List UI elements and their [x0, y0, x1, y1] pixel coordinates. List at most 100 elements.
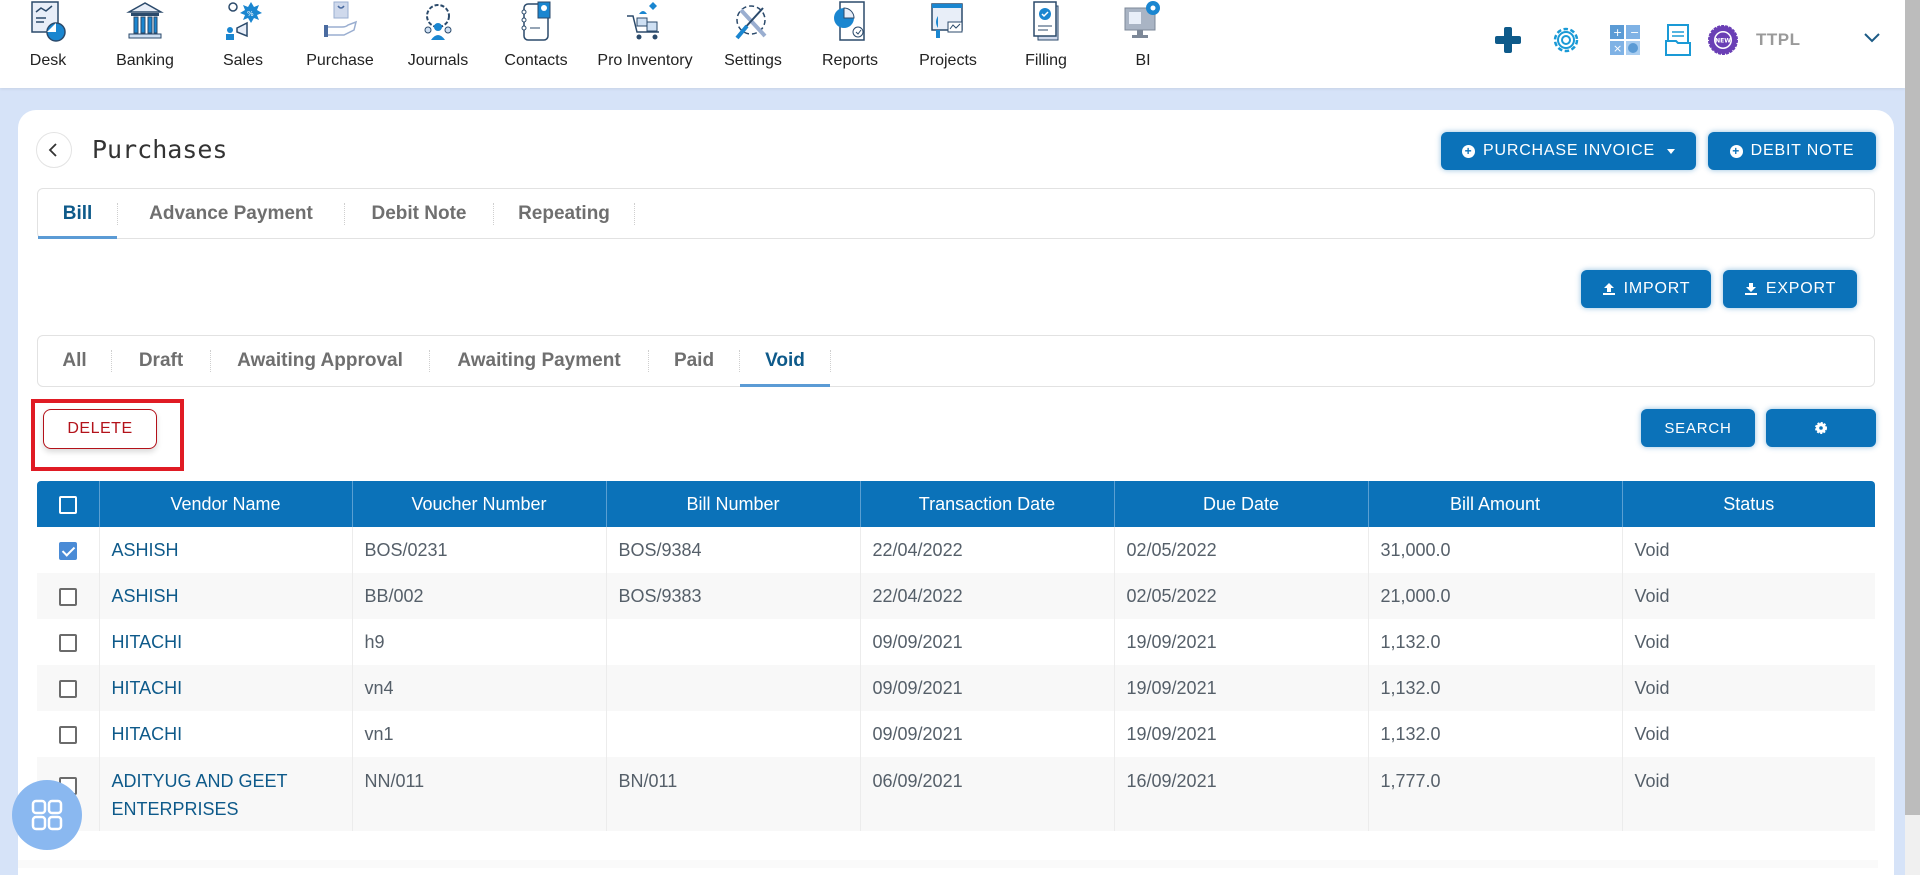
nav-item-desk[interactable]: Desk [0, 0, 96, 80]
vendor-name-link[interactable]: HITACHI [99, 619, 353, 665]
select-all-checkbox[interactable] [58, 495, 77, 514]
tab-awaiting-approval[interactable]: Awaiting Approval [211, 336, 429, 386]
voucher-number-cell: vn1 [352, 711, 607, 757]
column-header-due-date[interactable]: Due Date [1114, 481, 1369, 527]
bill-amount-cell: 1,777.0 [1368, 757, 1623, 831]
nav-item-purchase[interactable]: Purchase [292, 0, 388, 80]
table-row[interactable]: HITACHI h9 09/09/2021 19/09/2021 1,132.0… [37, 619, 1875, 665]
purchase-bag-hand-icon [324, 1, 358, 37]
column-header-vendor-name[interactable]: Vendor Name [99, 481, 353, 527]
nav-item-bi[interactable]: BI [1095, 0, 1191, 80]
tab-draft[interactable]: Draft [112, 336, 210, 386]
nav-label: Banking [116, 52, 174, 69]
calculator-button[interactable]: + − × [1607, 20, 1643, 60]
nav-label: Pro Inventory [597, 52, 693, 69]
status-cell: Void [1622, 573, 1875, 619]
column-header-bill-number[interactable]: Bill Number [606, 481, 861, 527]
voucher-number-cell: NN/011 [352, 757, 607, 831]
debit-note-button[interactable]: + DEBIT NOTE [1708, 132, 1876, 170]
transaction-date-cell: 22/04/2022 [860, 573, 1115, 619]
bill-number-cell [606, 619, 861, 665]
row-checkbox[interactable] [58, 679, 77, 698]
transaction-date-cell: 06/09/2021 [860, 757, 1115, 831]
tab-bill[interactable]: Bill [38, 189, 117, 239]
column-header-bill-amount[interactable]: Bill Amount [1368, 481, 1623, 527]
main-tabs: Bill Advance Payment Debit Note Repeatin… [37, 188, 1875, 239]
nav-label: Journals [407, 52, 469, 69]
bill-number-cell [606, 665, 861, 711]
nav-item-settings[interactable]: Settings [705, 0, 801, 80]
company-name[interactable]: TTPL [1756, 30, 1801, 50]
table-row[interactable]: HITACHI vn1 09/09/2021 19/09/2021 1,132.… [37, 711, 1875, 757]
nav-label: Purchase [306, 52, 374, 69]
row-checkbox[interactable] [58, 725, 77, 744]
vendor-name-link[interactable]: ASHISH [99, 573, 353, 619]
status-tabs: All Draft Awaiting Approval Awaiting Pay… [37, 335, 1875, 387]
column-header-transaction-date[interactable]: Transaction Date [860, 481, 1115, 527]
bill-amount-cell: 1,132.0 [1368, 619, 1623, 665]
nav-item-pro-inventory[interactable]: Pro Inventory [590, 0, 700, 80]
row-checkbox[interactable] [58, 541, 77, 560]
tab-paid[interactable]: Paid [649, 336, 739, 386]
apps-launcher-button[interactable] [12, 780, 82, 850]
delete-button[interactable]: DELETE [43, 409, 157, 449]
settings-tools-icon [735, 5, 767, 40]
company-dropdown-button[interactable] [1862, 30, 1882, 49]
reports-pie-chart-icon [834, 1, 865, 41]
add-button[interactable] [1490, 20, 1526, 60]
table-row[interactable]: ASHISH BOS/0231 BOS/9384 22/04/2022 02/0… [37, 527, 1875, 573]
search-button[interactable]: SEARCH [1641, 409, 1755, 447]
nav-item-filling[interactable]: Filling [998, 0, 1094, 80]
caret-down-icon [1666, 148, 1675, 154]
page-scrollbar[interactable] [1905, 0, 1920, 875]
table-row[interactable]: ASHISH BB/002 BOS/9383 22/04/2022 02/05/… [37, 573, 1875, 619]
bill-amount-cell: 1,132.0 [1368, 665, 1623, 711]
nav-item-projects[interactable]: Projects [900, 0, 996, 80]
vendor-name-link[interactable]: ASHISH [99, 527, 353, 573]
row-select-cell [37, 573, 100, 619]
settings-button[interactable] [1548, 20, 1584, 60]
download-icon [1744, 283, 1757, 295]
nav-item-banking[interactable]: Banking [97, 0, 193, 80]
scrollbar-track[interactable] [1905, 815, 1920, 875]
column-header-status[interactable]: Status [1622, 481, 1875, 527]
vendor-name-link[interactable]: HITACHI [99, 711, 353, 757]
nav-item-reports[interactable]: Reports [802, 0, 898, 80]
vendor-name-link[interactable]: HITACHI [99, 665, 353, 711]
export-label: EXPORT [1765, 280, 1837, 297]
due-date-cell: 16/09/2021 [1114, 757, 1369, 831]
voucher-number-cell: h9 [352, 619, 607, 665]
due-date-cell: 19/09/2021 [1114, 665, 1369, 711]
row-select-cell [37, 619, 100, 665]
back-button[interactable] [36, 132, 72, 168]
row-select-cell [37, 527, 100, 573]
nav-item-contacts[interactable]: Contacts [488, 0, 584, 80]
table-row[interactable]: ADITYUG AND GEET ENTERPRISES NN/011 BN/0… [37, 757, 1875, 831]
vendor-name-link[interactable]: ADITYUG AND GEET ENTERPRISES [99, 757, 353, 831]
purchase-invoice-button[interactable]: + PURCHASE INVOICE [1441, 132, 1696, 170]
sales-megaphone-icon: % [226, 2, 262, 40]
nav-label: BI [1135, 52, 1151, 69]
import-button[interactable]: IMPORT [1581, 270, 1711, 308]
bill-number-cell [606, 711, 861, 757]
row-checkbox[interactable] [58, 587, 77, 606]
row-select-cell [37, 665, 100, 711]
whats-new-button[interactable]: NEW [1705, 20, 1741, 60]
tab-void[interactable]: Void [740, 336, 830, 387]
documents-button[interactable] [1660, 20, 1696, 60]
grid-apps-icon [31, 799, 63, 831]
export-button[interactable]: EXPORT [1723, 270, 1857, 308]
status-cell: Void [1622, 757, 1875, 831]
tab-debit-note[interactable]: Debit Note [345, 189, 493, 238]
voucher-number-cell: BOS/0231 [352, 527, 607, 573]
column-header-voucher-number[interactable]: Voucher Number [352, 481, 607, 527]
nav-item-sales[interactable]: % Sales [195, 0, 291, 80]
row-checkbox[interactable] [58, 633, 77, 652]
tab-awaiting-payment[interactable]: Awaiting Payment [430, 336, 648, 386]
tab-repeating[interactable]: Repeating [494, 189, 634, 238]
table-row[interactable]: HITACHI vn4 09/09/2021 19/09/2021 1,132.… [37, 665, 1875, 711]
column-settings-button[interactable] [1766, 409, 1876, 447]
tab-all[interactable]: All [38, 336, 111, 386]
tab-advance-payment[interactable]: Advance Payment [118, 189, 344, 238]
nav-item-journals[interactable]: Journals [390, 0, 486, 80]
